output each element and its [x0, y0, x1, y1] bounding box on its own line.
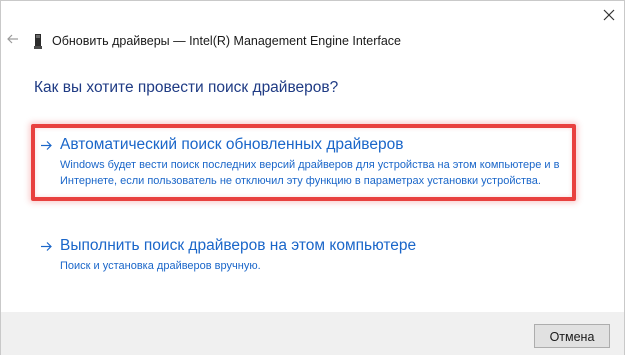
auto-search-title[interactable]: Автоматический поиск обновленных драйвер… [60, 136, 403, 154]
back-arrow-icon[interactable] [3, 29, 23, 49]
auto-search-description: Windows будет вести поиск последних верс… [60, 158, 559, 189]
auto-search-option[interactable]: Автоматический поиск обновленных драйвер… [40, 136, 559, 189]
window-title: Обновить драйверы — Intel(R) Management … [52, 34, 402, 48]
manual-search-title[interactable]: Выполнить поиск драйверов на этом компью… [60, 237, 416, 255]
manual-search-description: Поиск и установка драйверов вручную. [60, 259, 416, 275]
manual-search-option[interactable]: Выполнить поиск драйверов на этом компью… [40, 237, 416, 275]
title-bar: Обновить драйверы — Intel(R) Management … [1, 1, 624, 49]
page-heading: Как вы хотите провести поиск драйверов? [34, 79, 339, 96]
device-icon [34, 34, 42, 49]
manual-search-description-line1: Поиск и установка драйверов вручную. [60, 260, 261, 272]
cancel-button[interactable]: Отмена [534, 324, 610, 348]
close-icon[interactable] [597, 3, 621, 27]
auto-search-description-line2: Интернете, если пользователь не отключил… [60, 174, 541, 187]
arrow-right-icon [40, 240, 53, 253]
dialog-footer [1, 312, 624, 355]
arrow-right-icon [40, 139, 53, 152]
auto-search-description-line1: Windows будет вести поиск последних верс… [60, 159, 560, 171]
update-drivers-dialog: Обновить драйверы — Intel(R) Management … [0, 0, 625, 355]
